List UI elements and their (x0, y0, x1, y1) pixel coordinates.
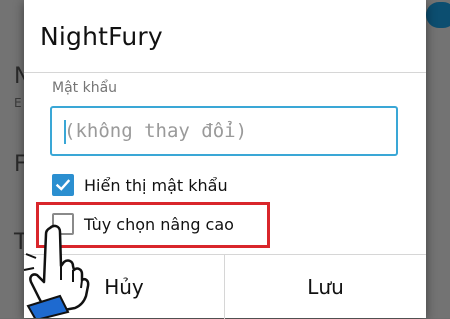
checkmark-icon (55, 179, 71, 191)
password-field[interactable] (52, 108, 396, 154)
background-subtext: E (14, 96, 22, 110)
dialog-title: NightFury (40, 22, 163, 51)
show-password-checkbox[interactable] (52, 174, 74, 196)
show-password-label[interactable]: Hiển thị mật khẩu (84, 176, 228, 195)
password-field-container[interactable] (50, 106, 398, 156)
advanced-options-label[interactable]: Tùy chọn nâng cao (84, 215, 234, 234)
background-toggle (426, 2, 450, 28)
save-button[interactable]: Lưu (225, 255, 426, 319)
hand-pointer-icon (23, 224, 90, 318)
title-divider (24, 72, 426, 73)
password-label: Mật khẩu (52, 80, 118, 96)
